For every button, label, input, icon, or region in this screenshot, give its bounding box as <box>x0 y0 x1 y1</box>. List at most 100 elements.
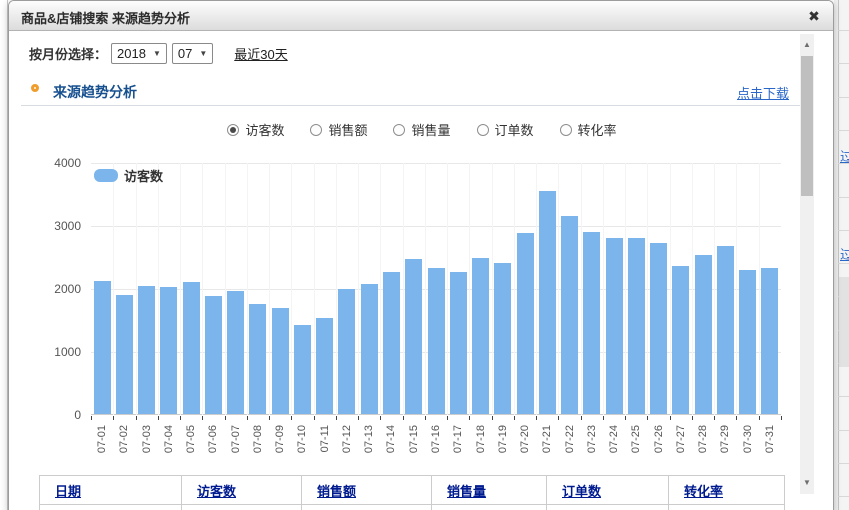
radio-icon[interactable] <box>310 124 322 136</box>
sort-link-日期[interactable]: 日期 <box>55 484 81 499</box>
scroll-up-icon[interactable]: ▲ <box>800 38 814 52</box>
bar-07-21[interactable] <box>539 191 556 414</box>
bar-07-26[interactable] <box>650 243 667 414</box>
month-select[interactable]: 07 ▼ <box>172 43 213 64</box>
x-axis-tick <box>225 416 226 420</box>
x-axis-tick <box>469 416 470 420</box>
sort-link-转化率[interactable]: 转化率 <box>684 484 723 499</box>
x-axis-tick <box>692 416 693 420</box>
bar-07-14[interactable] <box>383 272 400 414</box>
chart-legend[interactable]: 访客数 <box>94 166 163 185</box>
x-axis-tick <box>581 416 582 420</box>
metric-radio-label: 转化率 <box>578 120 617 139</box>
bar-07-15[interactable] <box>405 259 422 414</box>
x-axis-label: 07-07 <box>225 425 247 471</box>
x-axis-label: 07-10 <box>291 425 313 471</box>
x-axis-label: 07-04 <box>158 425 180 471</box>
close-icon[interactable]: ✖ <box>804 6 824 26</box>
bar-07-02[interactable] <box>116 295 133 414</box>
bar-07-01[interactable] <box>94 281 111 414</box>
scrollbar-thumb[interactable] <box>801 56 813 196</box>
dialog-titlebar[interactable]: 商品&店铺搜索 来源趋势分析 ✖ <box>9 1 833 31</box>
radio-icon[interactable] <box>393 124 405 136</box>
bar-07-29[interactable] <box>717 246 734 414</box>
bar-07-06[interactable] <box>205 296 222 414</box>
bar-07-31[interactable] <box>761 268 778 414</box>
metric-radio-访客数[interactable]: 访客数 <box>227 120 284 139</box>
metric-radio-label: 销售量 <box>411 120 450 139</box>
x-axis-tick <box>403 416 404 420</box>
gridline <box>358 163 359 415</box>
x-axis-tick <box>314 416 315 420</box>
gridline <box>536 163 537 415</box>
gridline <box>692 163 693 415</box>
x-axis-tick <box>736 416 737 420</box>
bar-07-10[interactable] <box>294 325 311 414</box>
x-axis-tick <box>336 416 337 420</box>
bar-07-07[interactable] <box>227 291 244 414</box>
scroll-down-icon[interactable]: ▼ <box>800 476 814 490</box>
bar-07-24[interactable] <box>606 238 623 414</box>
bar-07-19[interactable] <box>494 263 511 414</box>
bar-07-03[interactable] <box>138 286 155 414</box>
gridline <box>447 163 448 415</box>
bar-07-04[interactable] <box>160 287 177 414</box>
x-axis-tick <box>291 416 292 420</box>
bar-07-18[interactable] <box>472 258 489 414</box>
x-axis-tick <box>603 416 604 420</box>
background-table-rowline <box>838 130 849 131</box>
radio-icon[interactable] <box>227 124 239 136</box>
bar-07-12[interactable] <box>338 289 355 414</box>
y-axis-tick-label: 4000 <box>54 156 81 170</box>
metric-radio-转化率[interactable]: 转化率 <box>560 120 617 139</box>
bar-07-11[interactable] <box>316 318 333 414</box>
x-axis-label: 07-30 <box>736 425 758 471</box>
metric-radio-销售量[interactable]: 销售量 <box>393 120 450 139</box>
sort-link-订单数[interactable]: 订单数 <box>562 484 601 499</box>
gridline <box>247 163 248 415</box>
bar-07-08[interactable] <box>249 304 266 414</box>
metric-radio-订单数[interactable]: 订单数 <box>477 120 534 139</box>
x-axis-label: 07-25 <box>625 425 647 471</box>
sort-link-销售量[interactable]: 销售量 <box>447 484 486 499</box>
bar-07-28[interactable] <box>695 255 712 414</box>
bar-07-16[interactable] <box>428 268 445 414</box>
bar-07-30[interactable] <box>739 270 756 414</box>
sort-link-访客数[interactable]: 访客数 <box>197 484 236 499</box>
x-axis-tick <box>269 416 270 420</box>
bar-07-09[interactable] <box>272 308 289 414</box>
x-axis-tick <box>113 416 114 420</box>
metric-radio-销售额[interactable]: 销售额 <box>310 120 367 139</box>
download-link[interactable]: 点击下载 <box>737 83 789 102</box>
dialog-scrollbar[interactable]: ▲ ▼ <box>800 34 814 494</box>
recent-30-days-link[interactable]: 最近30天 <box>234 44 287 63</box>
bar-07-13[interactable] <box>361 284 378 414</box>
bar-07-23[interactable] <box>583 232 600 414</box>
background-partial-link[interactable]: 过 <box>840 150 849 164</box>
background-table-rowline <box>838 463 849 464</box>
radio-icon[interactable] <box>560 124 572 136</box>
x-axis-tick <box>625 416 626 420</box>
month-filter-row: 按月份选择： 2018 ▼ 07 ▼ 最近30天 <box>29 42 288 64</box>
table-header-cell: 销售量 <box>432 476 547 505</box>
x-axis-tick <box>425 416 426 420</box>
bar-07-17[interactable] <box>450 272 467 414</box>
gridline <box>647 163 648 415</box>
section-header: 来源趋势分析 点击下载 <box>29 81 789 103</box>
bar-07-27[interactable] <box>672 266 689 414</box>
radio-icon[interactable] <box>477 124 489 136</box>
year-select[interactable]: 2018 ▼ <box>111 43 167 64</box>
trend-analysis-dialog: 商品&店铺搜索 来源趋势分析 ✖ 按月份选择： 2018 ▼ 07 ▼ 最近30… <box>8 0 834 510</box>
chart-plot-area: 07-0107-0207-0307-0407-0507-0607-0707-08… <box>91 163 781 415</box>
bar-07-20[interactable] <box>517 233 534 414</box>
background-partial-link[interactable]: 过 <box>840 248 849 262</box>
bar-07-05[interactable] <box>183 282 200 414</box>
x-axis-label: 07-02 <box>113 425 135 471</box>
background-table-rowline <box>838 30 849 31</box>
screen: 过过 商品&店铺搜索 来源趋势分析 ✖ 按月份选择： 2018 ▼ 07 ▼ 最… <box>0 0 849 510</box>
bar-07-22[interactable] <box>561 216 578 414</box>
x-axis-label: 07-16 <box>425 425 447 471</box>
sort-link-销售额[interactable]: 销售额 <box>317 484 356 499</box>
background-table-rowline <box>838 496 849 497</box>
bar-07-25[interactable] <box>628 238 645 414</box>
